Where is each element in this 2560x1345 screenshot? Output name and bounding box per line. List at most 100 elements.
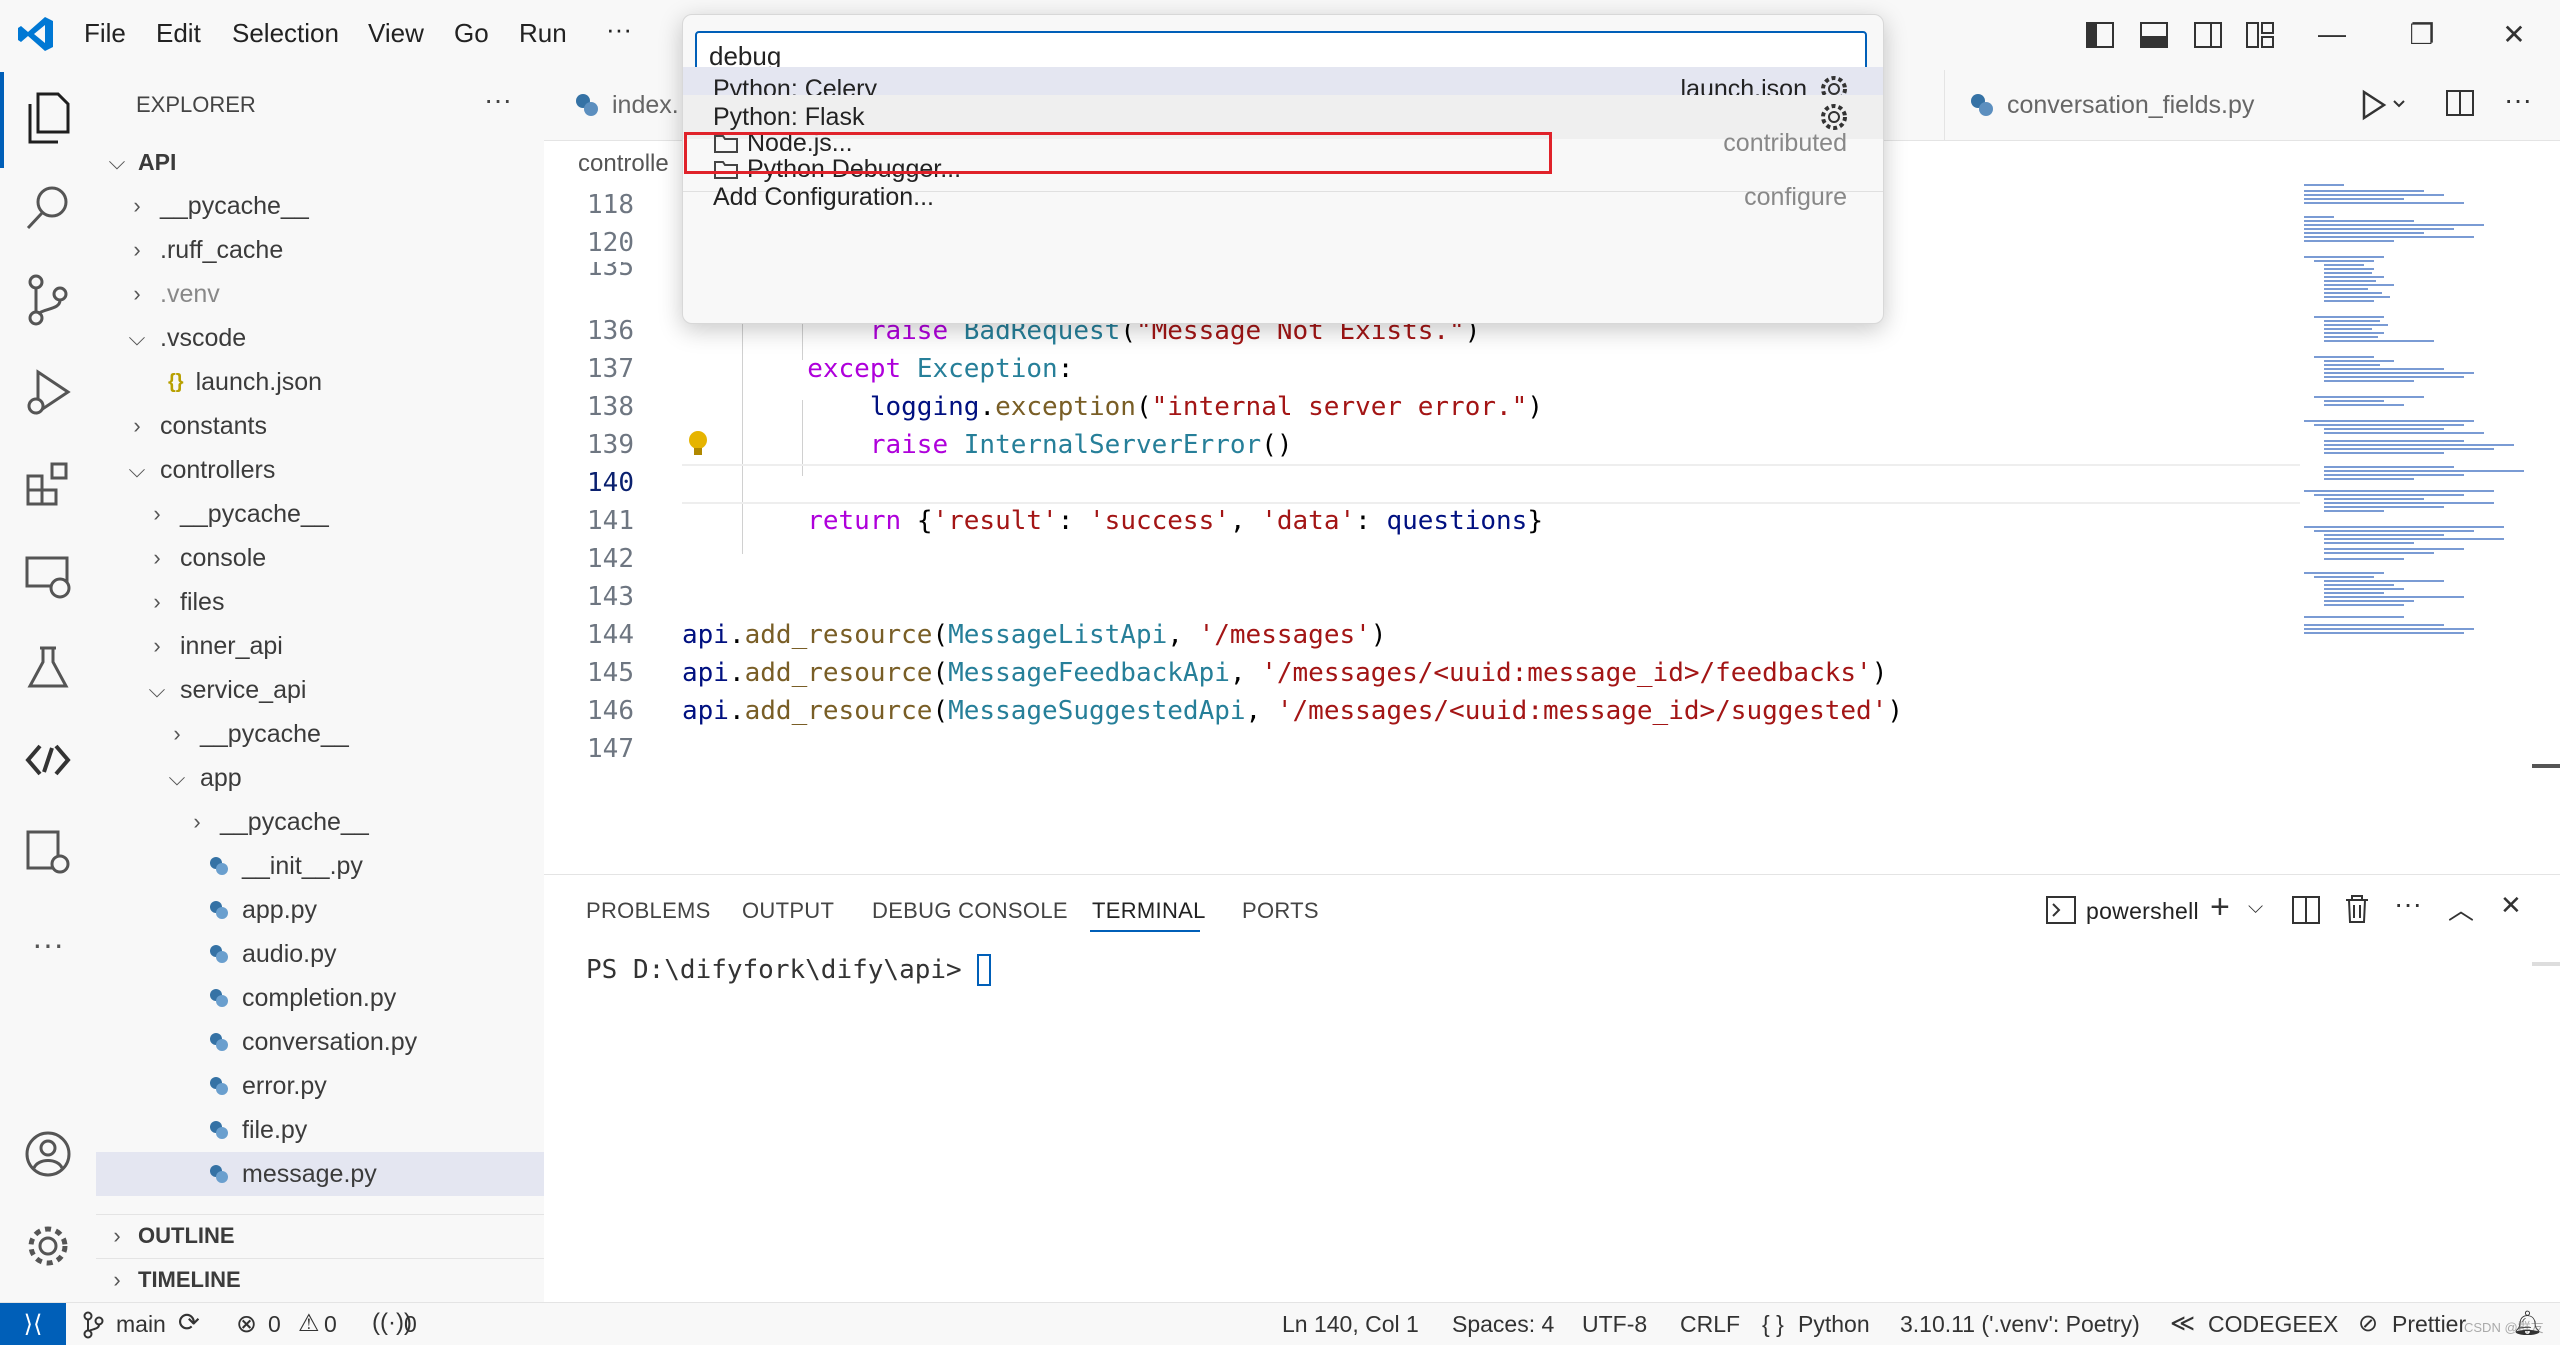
code-line[interactable]: 135 xyxy=(544,262,682,282)
code-line[interactable]: 139 raise InternalServerError() xyxy=(544,426,1292,464)
tree-folder[interactable]: › .ruff_cache xyxy=(96,228,544,272)
tree-file[interactable]: __init__.py xyxy=(96,844,544,888)
tree-file[interactable]: file.py xyxy=(96,1108,544,1152)
panel-tab-output[interactable]: OUTPUT xyxy=(742,898,834,924)
menu-more-icon[interactable]: ··· xyxy=(606,14,632,45)
tree-file[interactable]: {} launch.json xyxy=(96,360,544,404)
new-terminal-icon[interactable]: + xyxy=(2210,888,2230,927)
notifications-bell-icon[interactable]: 🔔︎ xyxy=(2512,1309,2542,1338)
code-line[interactable]: 137 except Exception: xyxy=(544,350,1073,388)
more-views-icon[interactable]: ··· xyxy=(18,914,78,974)
panel-tab-terminal[interactable]: TERMINAL xyxy=(1092,898,1206,924)
tree-folder[interactable]: › __pycache__ xyxy=(96,184,544,228)
code-line[interactable]: 140 xyxy=(544,464,682,502)
panel-tab-ports[interactable]: PORTS xyxy=(1242,898,1319,924)
braces-icon[interactable]: { } xyxy=(1762,1311,1784,1338)
tree-folder[interactable]: › __pycache__ xyxy=(96,712,544,756)
tree-file[interactable]: app.py xyxy=(96,888,544,932)
timeline-section[interactable]: › TIMELINE xyxy=(96,1258,544,1302)
warning-count[interactable]: 0 xyxy=(324,1311,337,1338)
tree-folder[interactable]: › files xyxy=(96,580,544,624)
code-line[interactable]: 145 api. add_resource(MessageFeedbackApi, … xyxy=(544,654,1887,692)
tab-conversation-fields[interactable]: conversation_fields.py xyxy=(1944,70,2314,140)
code-line[interactable]: 120 xyxy=(544,224,682,262)
extensions-icon[interactable] xyxy=(18,454,78,514)
tree-folder[interactable]: ⌵ service_api xyxy=(96,668,544,712)
run-python-file-icon[interactable] xyxy=(2346,88,2406,122)
minimap[interactable] xyxy=(2300,176,2530,776)
tree-folder[interactable]: › inner_api xyxy=(96,624,544,668)
remote-explorer-icon[interactable] xyxy=(18,546,78,606)
prettier-status[interactable]: Prettier xyxy=(2392,1311,2466,1338)
tree-folder[interactable]: › console xyxy=(96,536,544,580)
panel-more-icon[interactable]: ··· xyxy=(2394,888,2422,920)
toggle-primary-sidebar-icon[interactable] xyxy=(2086,22,2114,48)
ports-count[interactable]: 0 xyxy=(404,1311,417,1338)
run-and-debug-icon[interactable] xyxy=(18,362,78,422)
warning-icon[interactable]: ⚠ xyxy=(298,1309,320,1338)
quick-pick-item[interactable]: Add Configuration... configure xyxy=(683,175,1883,219)
python-interpreter[interactable]: 3.10.11 ('.venv': Poetry) xyxy=(1900,1311,2140,1338)
line-ending[interactable]: CRLF xyxy=(1680,1311,1740,1338)
restore-icon[interactable]: ❐ xyxy=(2400,14,2444,54)
customize-layout-icon[interactable] xyxy=(2246,22,2274,48)
editor-more-icon[interactable]: ··· xyxy=(2504,84,2532,116)
remote-indicator-icon[interactable]: ⟩⟨ xyxy=(0,1303,66,1345)
close-icon[interactable]: ✕ xyxy=(2492,14,2536,54)
tree-folder[interactable]: ⌵ controllers xyxy=(96,448,544,492)
panel-tab-debug-console[interactable]: DEBUG CONSOLE xyxy=(872,898,1068,924)
search-icon[interactable] xyxy=(18,178,78,238)
testing-icon[interactable] xyxy=(18,638,78,698)
prettier-icon[interactable]: ⊘ xyxy=(2358,1309,2378,1338)
tab-index[interactable]: index. xyxy=(574,70,679,140)
tree-file[interactable]: completion.py xyxy=(96,976,544,1020)
chevron-down-icon[interactable]: ⌵ xyxy=(2248,896,2263,919)
tree-folder[interactable]: › constants xyxy=(96,404,544,448)
menu-file[interactable]: File xyxy=(84,18,126,49)
tree-folder[interactable]: ⌵ app xyxy=(96,756,544,800)
toggle-panel-icon[interactable] xyxy=(2140,22,2168,48)
menu-go[interactable]: Go xyxy=(454,18,489,49)
panel-tab-problems[interactable]: PROBLEMS xyxy=(586,898,711,924)
code-line[interactable]: 142 xyxy=(544,540,682,578)
tree-folder[interactable]: › .venv xyxy=(96,272,544,316)
accounts-icon[interactable] xyxy=(18,1124,78,1184)
menu-run[interactable]: Run xyxy=(519,18,567,49)
tree-file[interactable]: message.py xyxy=(96,1152,544,1196)
cursor-position[interactable]: Ln 140, Col 1 xyxy=(1282,1311,1419,1338)
tree-file[interactable]: audio.py xyxy=(96,932,544,976)
code-line[interactable]: 143 xyxy=(544,578,682,616)
menu-edit[interactable]: Edit xyxy=(156,18,201,49)
code-line[interactable]: 141 return {'result': 'success', 'data':… xyxy=(544,502,1543,540)
source-control-icon[interactable] xyxy=(18,270,78,330)
toggle-secondary-sidebar-icon[interactable] xyxy=(2194,22,2222,48)
encoding[interactable]: UTF-8 xyxy=(1582,1311,1647,1338)
language-mode[interactable]: Python xyxy=(1798,1311,1870,1338)
lightbulb-icon[interactable] xyxy=(684,428,714,458)
menu-view[interactable]: View xyxy=(368,18,424,49)
code-line[interactable]: 144 api. add_resource(MessageListApi, '/me… xyxy=(544,616,1386,654)
codegeex-status-icon[interactable]: ≪ xyxy=(2170,1309,2195,1338)
codegeex-status[interactable]: CODEGEEX xyxy=(2208,1311,2338,1338)
code-line[interactable]: 147 xyxy=(544,730,682,768)
sidebar-more-icon[interactable]: ··· xyxy=(484,84,512,116)
maximize-panel-icon[interactable]: ︿ xyxy=(2448,890,2474,927)
code-line[interactable]: 146 api. add_resource(MessageSuggestedApi,… xyxy=(544,692,1903,730)
manage-gear-icon[interactable] xyxy=(18,1216,78,1276)
minimize-icon[interactable]: — xyxy=(2310,14,2354,54)
codegeex-icon[interactable] xyxy=(18,730,78,790)
error-icon[interactable]: ⊗ xyxy=(236,1309,257,1339)
tree-file[interactable]: conversation.py xyxy=(96,1020,544,1064)
code-line[interactable]: 118 xyxy=(544,186,682,224)
explorer-icon[interactable] xyxy=(18,88,78,148)
branch-name[interactable]: main xyxy=(116,1311,166,1338)
remote-settings-icon[interactable] xyxy=(18,822,78,882)
outline-section[interactable]: › OUTLINE xyxy=(96,1214,544,1258)
tree-folder[interactable]: › __pycache__ xyxy=(96,800,544,844)
breadcrumb[interactable]: controlle xyxy=(578,150,669,178)
split-editor-icon[interactable] xyxy=(2446,90,2476,118)
terminal-shell-name[interactable]: powershell xyxy=(2086,898,2199,925)
tree-file[interactable]: error.py xyxy=(96,1064,544,1108)
tree-folder[interactable]: ⌵ .vscode xyxy=(96,316,544,360)
terminal-output[interactable]: PS D:\difyfork\dify\api> xyxy=(586,954,992,986)
